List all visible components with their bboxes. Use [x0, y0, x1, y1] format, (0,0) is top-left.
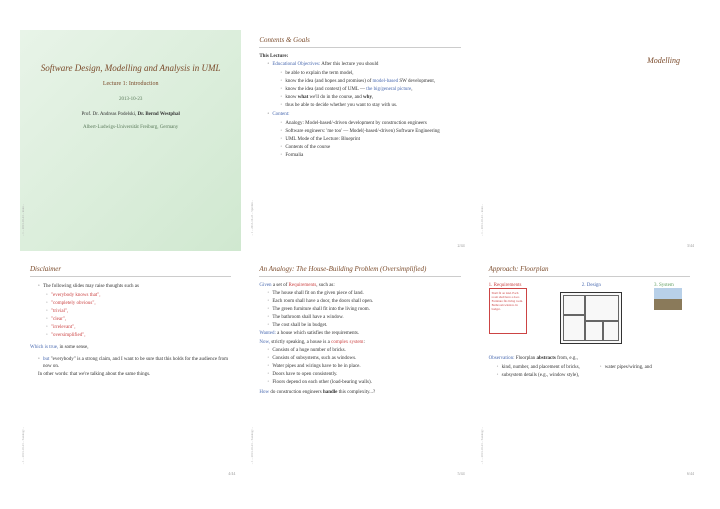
requirements-box: Shall fit on land. Each room shall have … — [489, 288, 527, 334]
content-item: UML Mode of the Lecture: Blueprint — [280, 136, 460, 143]
how-line: How do construction engineers handle thi… — [259, 390, 460, 395]
side-label: – 1 – 2013-10-23 – Sanalogy – — [250, 427, 254, 464]
obj-item: know the idea (and context) of UML — the… — [280, 86, 460, 93]
house-photo — [654, 288, 682, 310]
now-line: Now, strictly speaking, a house is a com… — [259, 340, 460, 345]
thought-item: "completely obvious", — [46, 300, 231, 307]
content-label: Content: Analogy: Model-based/-driven de… — [267, 111, 460, 159]
side-label: – 1 – 2013-10-23 – Sanalogy – — [480, 427, 484, 464]
edu-objectives: Educational Objectives: After this lectu… — [267, 61, 460, 109]
obs-item: subsystem details (e.g., window style), — [497, 372, 580, 379]
thought-item: "oversimplified", — [46, 332, 231, 339]
course-title: Software Design, Modelling and Analysis … — [35, 63, 226, 73]
side-label: – 1 – 2013-10-23 – Sanalogy – — [21, 427, 25, 464]
page-number: 4/44 — [228, 471, 235, 476]
slide-title: Approach: Floorplan — [489, 265, 690, 277]
wanted-line: Wanted: a house which satisfies the requ… — [259, 331, 460, 336]
given-line: Given a set of Requirements, such as: — [259, 283, 460, 288]
step-design: 2. Design — [535, 283, 648, 288]
complex-item: Consists of a huge number of bricks. — [267, 347, 460, 354]
lecture-subtitle: Lecture 1: Introduction — [35, 81, 226, 87]
content-item: Formalia — [280, 152, 460, 159]
req-item: Each room shall have a door, the doors s… — [267, 298, 460, 305]
date: 2013-10-23 — [35, 97, 226, 102]
page-number: 3/44 — [687, 243, 694, 248]
thought-item: "trivial", — [46, 308, 231, 315]
author: Prof. Dr. Andreas Podelski, Dr. Bernd We… — [35, 112, 226, 117]
floorplan-diagram — [560, 292, 622, 344]
but-line: but "everybody" is a strong claim, and I… — [38, 356, 231, 370]
side-label: – 1 – 2013-10-23 – Sprelim – — [250, 200, 254, 236]
req-item: The cost shall be in budget. — [267, 322, 460, 329]
obs-item: water pipes/wiring, and — [600, 364, 652, 371]
complex-item: Floors depend on each other (load-bearin… — [267, 379, 460, 386]
obj-item: be able to explain the term model, — [280, 70, 460, 77]
slide-modelling: Modelling 3/44 – 1 – 2013-10-23 – main – — [479, 30, 700, 251]
which-line: Which is true, in some sense, — [30, 345, 231, 350]
content-item: Contents of the course — [280, 144, 460, 151]
thought-item: "irrelevant", — [46, 324, 231, 331]
intro-text: The following slides may raise thoughts … — [38, 283, 231, 290]
slide-title: Contents & Goals — [259, 36, 460, 48]
content-item: Software engineers: 'me too' — Model(-ba… — [280, 128, 460, 135]
slide-contents-goals: Contents & Goals This Lecture: Education… — [249, 30, 470, 251]
thought-item: "everybody knows that", — [46, 292, 231, 299]
page-number: 6/44 — [687, 471, 694, 476]
obs-item: kind, number, and placement of bricks, — [497, 364, 580, 371]
obj-item: thus be able to decide whether you want … — [280, 102, 460, 109]
obj-item: know what we'll do in the course, and wh… — [280, 94, 460, 101]
page-number: 5/44 — [458, 471, 465, 476]
slide-analogy: An Analogy: The House-Building Problem (… — [249, 259, 470, 480]
content-item: Analogy: Model-based/-driven development… — [280, 120, 460, 127]
req-item: The green furniture shall fit into the l… — [267, 306, 460, 313]
req-item: The house shall fit on the given piece o… — [267, 290, 460, 297]
req-item: The bathroom shall have a window. — [267, 314, 460, 321]
institution: Albert-Ludwigs-Universität Freiburg, Ger… — [35, 125, 226, 130]
complex-item: Consists of subsystems, such as windows. — [267, 355, 460, 362]
slide-title: Software Design, Modelling and Analysis … — [20, 30, 241, 251]
obj-item: know the idea (and hopes and promises) o… — [280, 78, 460, 85]
slide-title: Disclaimer — [30, 265, 231, 277]
complex-item: Water pipes and wirings have to be in pl… — [267, 363, 460, 370]
observation-line: Observation: Floorplan abstracts from, e… — [489, 356, 690, 361]
slide-approach: Approach: Floorplan 1. Requirements Shal… — [479, 259, 700, 480]
section-title: Modelling — [647, 56, 680, 68]
other-line: In other words: that we're talking about… — [38, 372, 231, 377]
page-number: 2/44 — [458, 243, 465, 248]
thought-item: "clear", — [46, 316, 231, 323]
slide-title: An Analogy: The House-Building Problem (… — [259, 265, 460, 277]
side-label: – 1 – 2013-10-23 – main – — [480, 204, 484, 236]
side-label: – 1 – 2013-10-23 – main – — [21, 204, 25, 236]
complex-item: Doors have to open consistently. — [267, 371, 460, 378]
this-lecture-label: This Lecture: — [259, 54, 460, 59]
slide-disclaimer: Disclaimer The following slides may rais… — [20, 259, 241, 480]
